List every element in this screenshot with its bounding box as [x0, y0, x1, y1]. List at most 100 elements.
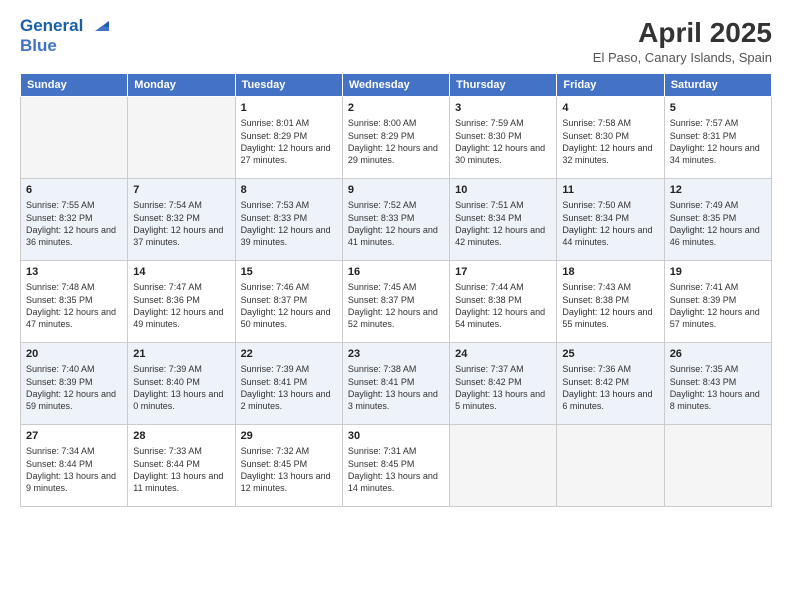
day-number: 23 [348, 347, 444, 362]
day-number: 7 [133, 183, 229, 198]
calendar-header-thursday: Thursday [450, 73, 557, 96]
calendar-cell: 12Sunrise: 7:49 AM Sunset: 8:35 PM Dayli… [664, 178, 771, 260]
day-number: 25 [562, 347, 658, 362]
day-info: Sunrise: 7:34 AM Sunset: 8:44 PM Dayligh… [26, 445, 122, 494]
calendar-cell: 1Sunrise: 8:01 AM Sunset: 8:29 PM Daylig… [235, 96, 342, 178]
calendar-cell: 29Sunrise: 7:32 AM Sunset: 8:45 PM Dayli… [235, 424, 342, 506]
title-block: April 2025 El Paso, Canary Islands, Spai… [593, 16, 772, 65]
calendar-header-row: SundayMondayTuesdayWednesdayThursdayFrid… [21, 73, 772, 96]
day-info: Sunrise: 7:50 AM Sunset: 8:34 PM Dayligh… [562, 199, 658, 248]
day-info: Sunrise: 7:41 AM Sunset: 8:39 PM Dayligh… [670, 281, 766, 330]
day-number: 30 [348, 429, 444, 444]
calendar-week-row: 27Sunrise: 7:34 AM Sunset: 8:44 PM Dayli… [21, 424, 772, 506]
day-info: Sunrise: 7:51 AM Sunset: 8:34 PM Dayligh… [455, 199, 551, 248]
calendar-header-saturday: Saturday [664, 73, 771, 96]
day-number: 1 [241, 101, 337, 116]
day-number: 19 [670, 265, 766, 280]
day-number: 26 [670, 347, 766, 362]
calendar-cell: 25Sunrise: 7:36 AM Sunset: 8:42 PM Dayli… [557, 342, 664, 424]
day-number: 10 [455, 183, 551, 198]
page: General Blue April 2025 El Paso, Canary … [0, 0, 792, 612]
logo-blue: Blue [20, 36, 83, 56]
day-info: Sunrise: 8:00 AM Sunset: 8:29 PM Dayligh… [348, 117, 444, 166]
calendar-cell: 14Sunrise: 7:47 AM Sunset: 8:36 PM Dayli… [128, 260, 235, 342]
calendar-cell: 5Sunrise: 7:57 AM Sunset: 8:31 PM Daylig… [664, 96, 771, 178]
day-number: 13 [26, 265, 122, 280]
day-info: Sunrise: 7:59 AM Sunset: 8:30 PM Dayligh… [455, 117, 551, 166]
day-number: 17 [455, 265, 551, 280]
calendar-cell: 20Sunrise: 7:40 AM Sunset: 8:39 PM Dayli… [21, 342, 128, 424]
calendar-header-monday: Monday [128, 73, 235, 96]
day-number: 9 [348, 183, 444, 198]
logo-bird-icon [85, 16, 115, 46]
calendar: SundayMondayTuesdayWednesdayThursdayFrid… [20, 73, 772, 507]
calendar-cell: 22Sunrise: 7:39 AM Sunset: 8:41 PM Dayli… [235, 342, 342, 424]
day-info: Sunrise: 8:01 AM Sunset: 8:29 PM Dayligh… [241, 117, 337, 166]
calendar-cell: 2Sunrise: 8:00 AM Sunset: 8:29 PM Daylig… [342, 96, 449, 178]
calendar-cell: 23Sunrise: 7:38 AM Sunset: 8:41 PM Dayli… [342, 342, 449, 424]
calendar-cell: 21Sunrise: 7:39 AM Sunset: 8:40 PM Dayli… [128, 342, 235, 424]
calendar-cell: 11Sunrise: 7:50 AM Sunset: 8:34 PM Dayli… [557, 178, 664, 260]
calendar-cell: 18Sunrise: 7:43 AM Sunset: 8:38 PM Dayli… [557, 260, 664, 342]
location: El Paso, Canary Islands, Spain [593, 50, 772, 65]
day-info: Sunrise: 7:54 AM Sunset: 8:32 PM Dayligh… [133, 199, 229, 248]
calendar-cell [450, 424, 557, 506]
calendar-cell: 8Sunrise: 7:53 AM Sunset: 8:33 PM Daylig… [235, 178, 342, 260]
calendar-cell: 3Sunrise: 7:59 AM Sunset: 8:30 PM Daylig… [450, 96, 557, 178]
day-number: 5 [670, 101, 766, 116]
calendar-cell: 28Sunrise: 7:33 AM Sunset: 8:44 PM Dayli… [128, 424, 235, 506]
day-number: 16 [348, 265, 444, 280]
calendar-cell: 30Sunrise: 7:31 AM Sunset: 8:45 PM Dayli… [342, 424, 449, 506]
day-info: Sunrise: 7:49 AM Sunset: 8:35 PM Dayligh… [670, 199, 766, 248]
day-info: Sunrise: 7:40 AM Sunset: 8:39 PM Dayligh… [26, 363, 122, 412]
day-number: 15 [241, 265, 337, 280]
calendar-cell: 6Sunrise: 7:55 AM Sunset: 8:32 PM Daylig… [21, 178, 128, 260]
day-info: Sunrise: 7:43 AM Sunset: 8:38 PM Dayligh… [562, 281, 658, 330]
day-info: Sunrise: 7:44 AM Sunset: 8:38 PM Dayligh… [455, 281, 551, 330]
calendar-header-tuesday: Tuesday [235, 73, 342, 96]
calendar-cell [557, 424, 664, 506]
day-number: 3 [455, 101, 551, 116]
calendar-week-row: 6Sunrise: 7:55 AM Sunset: 8:32 PM Daylig… [21, 178, 772, 260]
day-number: 11 [562, 183, 658, 198]
day-info: Sunrise: 7:55 AM Sunset: 8:32 PM Dayligh… [26, 199, 122, 248]
calendar-cell: 24Sunrise: 7:37 AM Sunset: 8:42 PM Dayli… [450, 342, 557, 424]
day-info: Sunrise: 7:37 AM Sunset: 8:42 PM Dayligh… [455, 363, 551, 412]
day-info: Sunrise: 7:32 AM Sunset: 8:45 PM Dayligh… [241, 445, 337, 494]
month-year: April 2025 [593, 16, 772, 50]
day-info: Sunrise: 7:58 AM Sunset: 8:30 PM Dayligh… [562, 117, 658, 166]
day-number: 18 [562, 265, 658, 280]
calendar-week-row: 1Sunrise: 8:01 AM Sunset: 8:29 PM Daylig… [21, 96, 772, 178]
day-number: 28 [133, 429, 229, 444]
calendar-cell: 7Sunrise: 7:54 AM Sunset: 8:32 PM Daylig… [128, 178, 235, 260]
day-info: Sunrise: 7:53 AM Sunset: 8:33 PM Dayligh… [241, 199, 337, 248]
day-number: 27 [26, 429, 122, 444]
day-info: Sunrise: 7:47 AM Sunset: 8:36 PM Dayligh… [133, 281, 229, 330]
day-number: 4 [562, 101, 658, 116]
day-number: 8 [241, 183, 337, 198]
day-number: 2 [348, 101, 444, 116]
day-number: 29 [241, 429, 337, 444]
day-info: Sunrise: 7:52 AM Sunset: 8:33 PM Dayligh… [348, 199, 444, 248]
calendar-cell: 16Sunrise: 7:45 AM Sunset: 8:37 PM Dayli… [342, 260, 449, 342]
calendar-cell: 27Sunrise: 7:34 AM Sunset: 8:44 PM Dayli… [21, 424, 128, 506]
day-info: Sunrise: 7:48 AM Sunset: 8:35 PM Dayligh… [26, 281, 122, 330]
day-number: 24 [455, 347, 551, 362]
day-number: 6 [26, 183, 122, 198]
calendar-header-sunday: Sunday [21, 73, 128, 96]
calendar-cell [128, 96, 235, 178]
calendar-cell: 13Sunrise: 7:48 AM Sunset: 8:35 PM Dayli… [21, 260, 128, 342]
header: General Blue April 2025 El Paso, Canary … [20, 16, 772, 65]
calendar-cell: 15Sunrise: 7:46 AM Sunset: 8:37 PM Dayli… [235, 260, 342, 342]
calendar-header-friday: Friday [557, 73, 664, 96]
day-info: Sunrise: 7:36 AM Sunset: 8:42 PM Dayligh… [562, 363, 658, 412]
calendar-cell: 9Sunrise: 7:52 AM Sunset: 8:33 PM Daylig… [342, 178, 449, 260]
day-info: Sunrise: 7:46 AM Sunset: 8:37 PM Dayligh… [241, 281, 337, 330]
day-number: 14 [133, 265, 229, 280]
calendar-cell: 19Sunrise: 7:41 AM Sunset: 8:39 PM Dayli… [664, 260, 771, 342]
day-info: Sunrise: 7:57 AM Sunset: 8:31 PM Dayligh… [670, 117, 766, 166]
calendar-week-row: 13Sunrise: 7:48 AM Sunset: 8:35 PM Dayli… [21, 260, 772, 342]
calendar-header-wednesday: Wednesday [342, 73, 449, 96]
calendar-cell: 10Sunrise: 7:51 AM Sunset: 8:34 PM Dayli… [450, 178, 557, 260]
day-info: Sunrise: 7:38 AM Sunset: 8:41 PM Dayligh… [348, 363, 444, 412]
